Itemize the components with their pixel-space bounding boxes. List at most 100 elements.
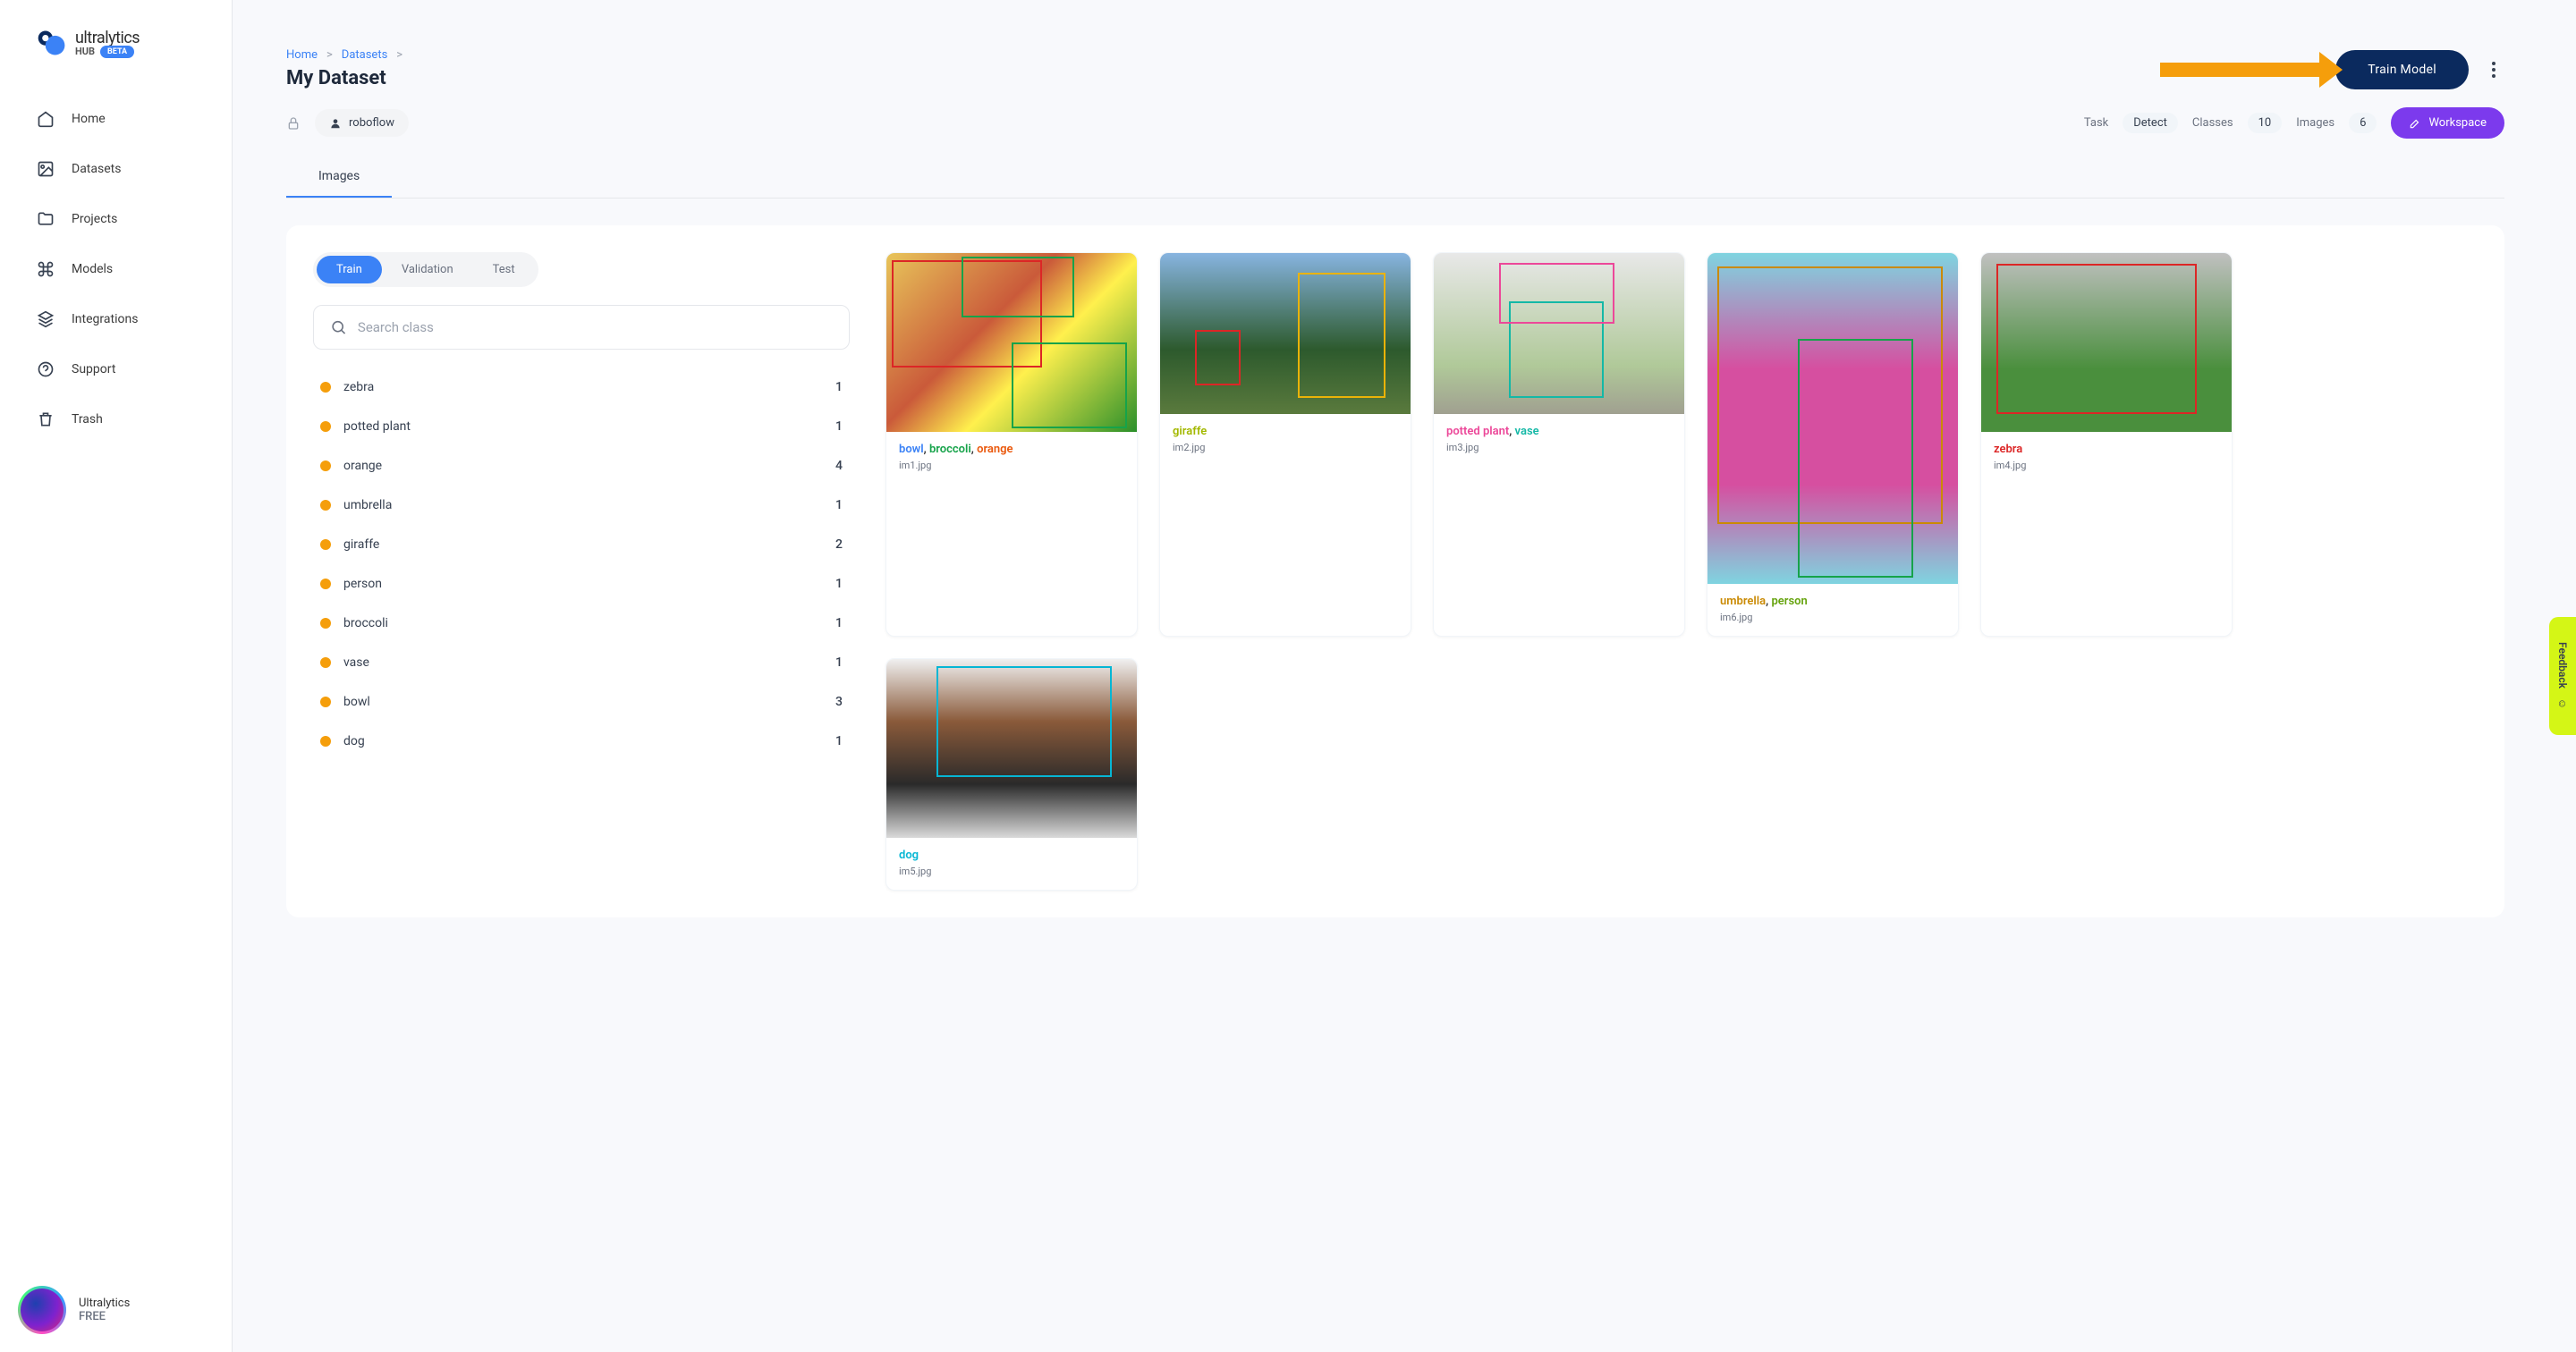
class-row[interactable]: broccoli1 [313,604,850,643]
sidebar-item-label: Datasets [72,162,121,176]
image-grid: bowl, broccoli, orangeim1.jpggiraffeim2.… [886,252,2478,891]
tab-images[interactable]: Images [286,156,392,198]
class-row[interactable]: dog1 [313,722,850,761]
class-row[interactable]: umbrella1 [313,486,850,525]
sidebar-item-projects[interactable]: Projects [18,195,214,243]
sidebar-item-integrations[interactable]: Integrations [18,295,214,343]
breadcrumb-separator: > [396,48,402,62]
image-card[interactable]: giraffeim2.jpg [1159,252,1411,637]
workspace-label: Workspace [2428,116,2487,130]
class-count: 2 [835,537,843,552]
logo-icon [36,27,68,59]
class-row[interactable]: potted plant 1 [313,407,850,446]
class-list: zebra1potted plant1orange4umbrella1giraf… [313,368,850,761]
class-count: 1 [835,655,843,670]
sidebar-item-label: Projects [72,212,117,226]
image-icon [36,159,55,179]
command-icon [36,259,55,279]
classes-value: 10 [2248,113,2283,133]
image-labels: bowl, broccoli, orange [899,443,1124,456]
image-labels: umbrella, person [1720,595,1945,608]
image-card[interactable]: dogim5.jpg [886,658,1138,891]
person-icon [329,117,342,130]
class-count: 1 [835,734,843,748]
image-thumbnail [1160,253,1411,414]
class-row[interactable]: giraffe2 [313,525,850,564]
main-tabs: Images [286,156,2504,199]
sidebar-item-support[interactable]: Support [18,345,214,393]
class-name: potted plant [343,419,411,434]
home-icon [36,109,55,129]
brand-sub: HUB [75,46,95,57]
sidebar-user[interactable]: Ultralytics FREE [0,1286,232,1334]
sidebar-item-label: Support [72,362,115,376]
class-count: 4 [835,459,843,473]
class-dot-icon [320,421,331,432]
image-labels: potted plant, vase [1446,425,1672,438]
class-name: person [343,577,382,591]
class-row[interactable]: vase1 [313,643,850,682]
image-card[interactable]: zebraim4.jpg [1980,252,2233,637]
class-dot-icon [320,618,331,629]
search-input[interactable] [358,319,833,335]
class-row[interactable]: bowl3 [313,682,850,722]
class-dot-icon [320,382,331,393]
bounding-box [1996,264,2197,414]
user-name: Ultralytics [79,1297,130,1310]
sidebar-item-home[interactable]: Home [18,95,214,143]
class-count: 1 [835,419,843,434]
bounding-box [1499,263,1614,324]
logo[interactable]: ultralytics HUB BETA [0,27,232,95]
owner-pill[interactable]: roboflow [315,109,409,137]
class-row[interactable]: orange 4 [313,446,850,486]
image-thumbnail [1707,253,1958,584]
split-tab-train[interactable]: Train [317,256,382,283]
class-dot-icon [320,657,331,668]
classes-label: Classes [2192,116,2233,130]
split-tab-validation[interactable]: Validation [382,256,473,283]
image-card[interactable]: bowl, broccoli, orangeim1.jpg [886,252,1138,637]
image-card[interactable]: potted plant, vaseim3.jpg [1433,252,1685,637]
bounding-box [1012,342,1127,428]
train-model-button[interactable]: Train Model [2335,50,2469,89]
task-label: Task [2084,116,2108,130]
split-tab-test[interactable]: Test [473,256,535,283]
sidebar-nav: Home Datasets Projects Models Integratio… [0,95,232,444]
trash-icon [36,410,55,429]
sidebar-item-label: Trash [72,412,103,427]
class-dot-icon [320,461,331,471]
class-dot-icon [320,500,331,511]
class-row[interactable]: person1 [313,564,850,604]
class-row[interactable]: zebra1 [313,368,850,407]
bounding-box [1798,339,1913,577]
class-name: zebra [343,380,374,394]
task-value: Detect [2123,113,2178,133]
sidebar-item-label: Integrations [72,312,138,326]
owner-name: roboflow [349,116,394,130]
breadcrumb-home[interactable]: Home [286,48,318,62]
image-thumbnail [1981,253,2232,432]
sidebar-item-datasets[interactable]: Datasets [18,145,214,193]
class-count: 1 [835,498,843,512]
layers-icon [36,309,55,329]
bounding-box [1195,330,1240,384]
search-box[interactable] [313,305,850,350]
images-label: Images [2296,116,2334,130]
image-thumbnail [886,253,1137,432]
breadcrumb-datasets[interactable]: Datasets [342,48,388,62]
workspace-button[interactable]: Workspace [2391,107,2504,139]
smile-icon: ☺ [2556,697,2569,710]
bounding-box [1298,273,1385,398]
sidebar-item-models[interactable]: Models [18,245,214,293]
class-name: orange [343,459,382,473]
help-icon [36,359,55,379]
image-card[interactable]: umbrella, personim6.jpg [1707,252,1959,637]
sidebar-item-trash[interactable]: Trash [18,395,214,444]
image-filename: im4.jpg [1994,460,2219,471]
class-name: bowl [343,695,370,709]
bounding-box [936,666,1112,777]
brand-title: ultralytics [75,29,140,47]
split-tabs: TrainValidationTest [313,252,538,287]
feedback-tab[interactable]: Feedback ☺ [2549,617,2576,735]
more-menu-button[interactable] [2483,59,2504,80]
